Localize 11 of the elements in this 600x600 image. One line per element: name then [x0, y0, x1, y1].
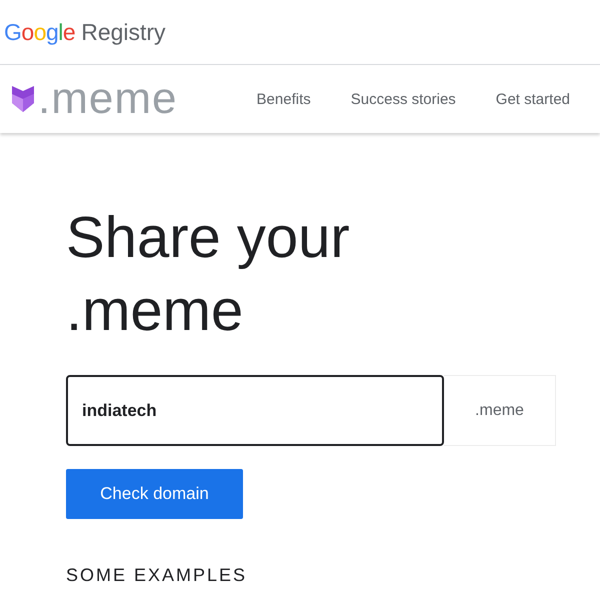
product-name: Registry — [81, 18, 166, 46]
domain-input-field[interactable]: indiatech — [66, 375, 444, 446]
nav-link[interactable]: Benefits — [256, 90, 311, 108]
shield-icon — [12, 86, 34, 112]
nav-link[interactable]: Get started — [496, 90, 570, 108]
check-domain-button[interactable]: Check domain — [66, 469, 243, 519]
google-logo[interactable]: Google — [4, 18, 76, 46]
section-heading: SOME EXAMPLES — [66, 565, 248, 586]
page-heading: Share your .meme — [66, 204, 351, 345]
nav-link[interactable]: Success stories — [350, 90, 456, 108]
domain-suffix: .meme — [444, 375, 556, 446]
